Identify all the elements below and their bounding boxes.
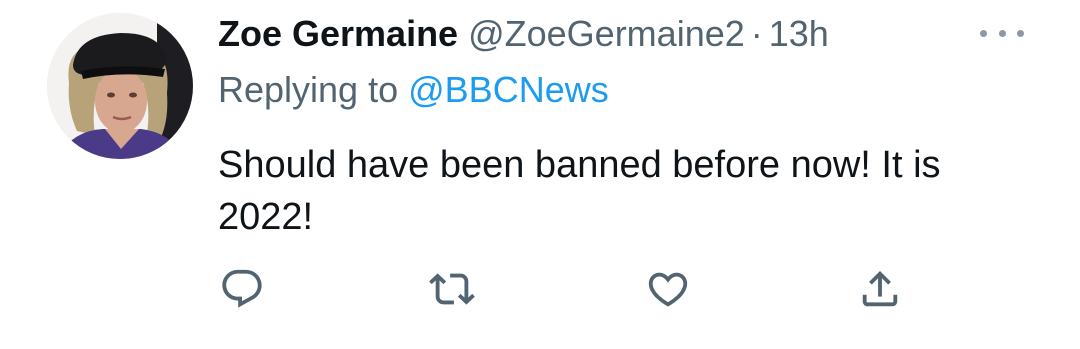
retweet-icon (429, 273, 475, 305)
heart-icon (648, 272, 688, 307)
avatar-photo (47, 13, 193, 159)
more-icon-dot (1017, 29, 1024, 37)
tweet-text: Should have been banned before now! It i… (218, 144, 941, 238)
more-options-button[interactable] (972, 20, 1032, 46)
more-icon (980, 29, 987, 37)
avatar[interactable] (47, 13, 193, 159)
reply-target-link[interactable]: @BBCNews (408, 69, 609, 110)
share-button[interactable] (856, 265, 904, 313)
display-name[interactable]: Zoe Germaine (218, 12, 458, 56)
user-handle[interactable]: @ZoeGermaine2 (468, 12, 745, 56)
share-icon (862, 270, 898, 307)
timestamp[interactable]: 13h (769, 12, 829, 56)
more-icon-dot (998, 29, 1006, 37)
tweet-header: Zoe Germaine @ZoeGermaine2 · 13h (218, 12, 829, 56)
replying-to-label: Replying to (218, 69, 399, 110)
retweet-button[interactable] (428, 265, 476, 313)
like-button[interactable] (644, 265, 692, 313)
replying-to: Replying to @BBCNews (218, 68, 609, 112)
reply-button[interactable] (218, 265, 266, 313)
tweet[interactable]: Zoe Germaine @ZoeGermaine2 · 13h Replyin… (0, 0, 1080, 349)
tweet-actions (218, 265, 918, 313)
reply-icon (222, 269, 262, 308)
separator-dot: · (750, 13, 763, 54)
